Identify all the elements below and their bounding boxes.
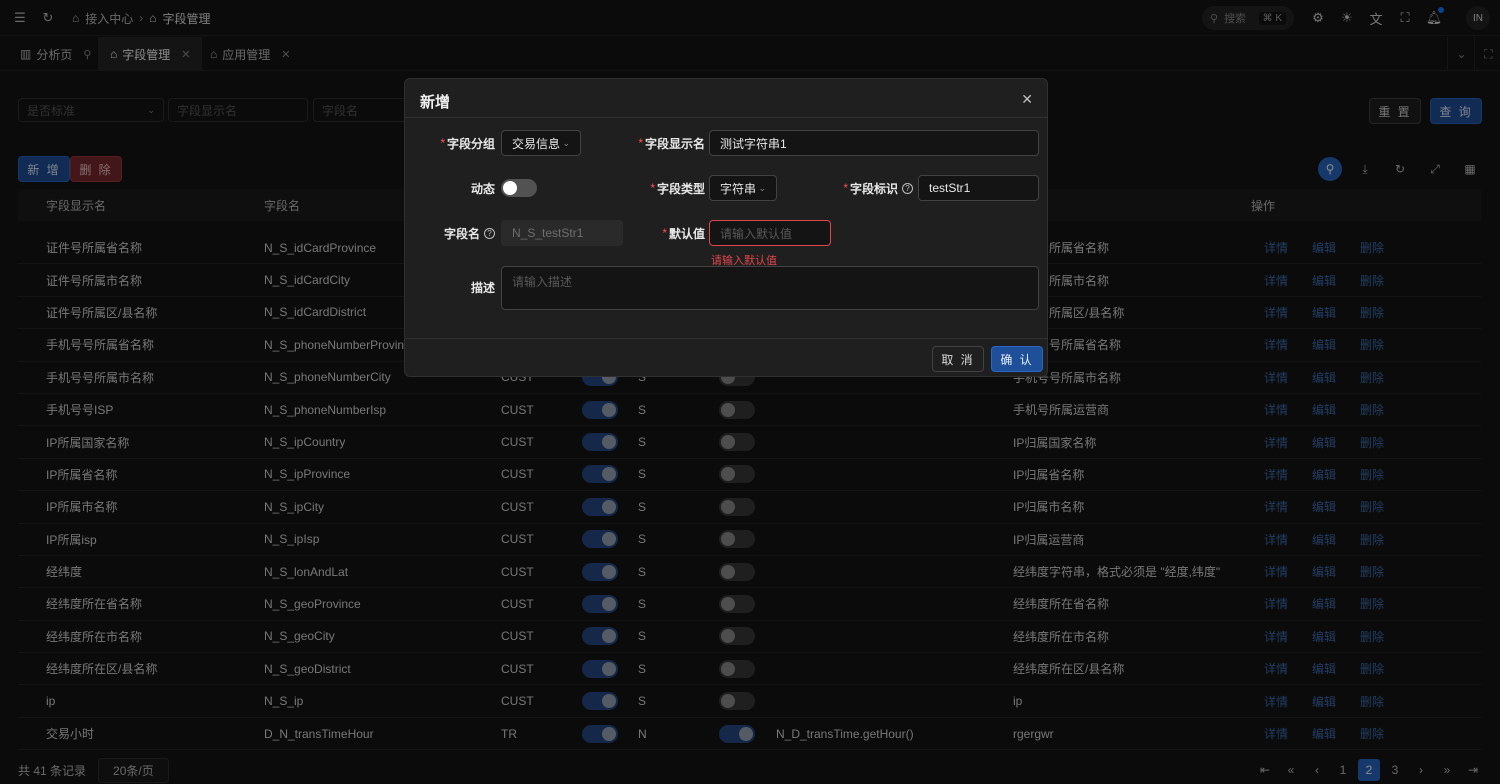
switch-knob	[503, 181, 517, 195]
modal-title: 新增	[420, 94, 451, 111]
modal-footer-divider	[405, 338, 1047, 339]
description-field[interactable]: 请输入描述	[501, 266, 1039, 310]
display-name-label: * 字段显示名	[638, 136, 705, 151]
identifier-field[interactable]: testStr1	[918, 175, 1039, 201]
default-value-label: * 默认值	[662, 226, 705, 241]
close-icon[interactable]: ✕	[1021, 91, 1033, 108]
chevron-down-icon: ⌄	[758, 182, 766, 193]
field-name-label: 字段名?	[425, 220, 495, 246]
identifier-label: * 字段标识?	[825, 175, 913, 201]
display-name-field[interactable]: 测试字符串1	[709, 130, 1039, 156]
group-label: * 字段分组	[440, 136, 495, 151]
chevron-down-icon: ⌄	[562, 137, 570, 148]
type-value: 字符串	[720, 181, 757, 196]
group-value: 交易信息	[512, 136, 561, 151]
add-field-modal: 新增 ✕ * 字段分组 交易信息 ⌄ * 字段显示名 测试字符串1 动态 * 字段类型…	[404, 78, 1048, 377]
dynamic-label: 动态	[470, 181, 495, 196]
help-icon[interactable]: ?	[902, 182, 913, 194]
type-label: * 字段类型	[650, 181, 705, 196]
confirm-button[interactable]: 确 认	[991, 346, 1043, 372]
description-label: 描述	[470, 280, 495, 295]
cancel-button[interactable]: 取 消	[932, 346, 984, 372]
dynamic-switch[interactable]	[501, 179, 537, 197]
group-select[interactable]: 交易信息 ⌄	[501, 130, 581, 156]
type-select[interactable]: 字符串 ⌄	[709, 175, 777, 201]
help-icon[interactable]: ?	[484, 227, 495, 239]
modal-header-divider	[405, 117, 1047, 118]
field-name-field: N_S_testStr1	[501, 220, 623, 246]
default-value-field[interactable]: 请输入默认值	[709, 220, 831, 246]
